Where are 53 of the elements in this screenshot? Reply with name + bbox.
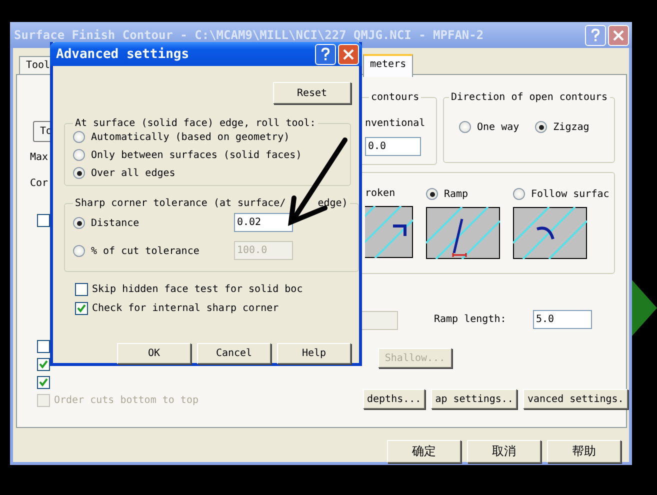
help-button[interactable] xyxy=(315,44,336,64)
dialog-button[interactable]: Help xyxy=(277,343,351,364)
radio-label: Follow surfac xyxy=(531,188,610,200)
input-field[interactable]: 0.0 xyxy=(365,137,421,156)
reset-button[interactable]: Reset xyxy=(273,82,351,104)
group-label: edge) xyxy=(318,198,348,209)
dialog-button[interactable]: Cancel xyxy=(197,343,271,364)
checkbox[interactable] xyxy=(37,214,50,227)
checkbox[interactable] xyxy=(75,302,88,315)
close-button[interactable] xyxy=(338,44,359,64)
settings-button[interactable]: ap settings.. xyxy=(431,389,518,409)
field-label: Ramp length: xyxy=(434,314,506,325)
radio-button[interactable] xyxy=(73,149,85,161)
tab[interactable]: meters xyxy=(363,54,414,77)
dialog-title: Advanced settings xyxy=(56,46,190,62)
input-field[interactable]: 5.0 xyxy=(533,310,592,329)
input-field[interactable]: 0.02 xyxy=(234,213,293,232)
checkbox-label: Order cuts bottom to top xyxy=(54,395,198,406)
dialog-button[interactable]: OK xyxy=(117,343,191,364)
close-button[interactable] xyxy=(608,24,629,46)
window-title: Surface Finish Contour - C:\MCAM9\MILL\NCI\227 QMJG.NCI - MPFAN-2 xyxy=(14,28,484,42)
field-label: Max xyxy=(30,152,48,163)
checkbox[interactable] xyxy=(37,340,50,353)
settings-button[interactable]: depths... xyxy=(363,389,426,409)
radio-label: % of cut tolerance xyxy=(91,246,200,256)
radio-button[interactable] xyxy=(73,167,85,179)
radio-label: roken xyxy=(365,188,396,199)
dialog-button[interactable]: 帮助 xyxy=(547,440,621,463)
group-label: Sharp corner tolerance (at surface/ xyxy=(75,198,286,209)
radio-label: Zigzag xyxy=(553,122,590,132)
dialog-button[interactable]: 确定 xyxy=(387,440,461,463)
group-label: At surface (solid face) edge, roll tool: xyxy=(74,118,317,129)
radio-button[interactable] xyxy=(73,131,85,143)
checkbox[interactable] xyxy=(75,283,88,296)
radio-label: Over all edges xyxy=(91,168,176,178)
checkbox[interactable] xyxy=(37,376,50,389)
radio-label: Automatically (based on geometry) xyxy=(91,132,290,142)
radio-label: One way xyxy=(477,122,520,132)
group-label: contours xyxy=(369,92,422,103)
group-label: Direction of open contours xyxy=(449,92,610,103)
triangle-icon xyxy=(632,280,657,336)
entry-diagram xyxy=(365,206,413,258)
checkbox[interactable] xyxy=(37,358,50,371)
checkbox-label: Check for internal sharp corner xyxy=(92,303,279,314)
radio-label: Ramp xyxy=(444,188,468,200)
radio-label: nventional xyxy=(365,118,426,129)
checkbox-label: Skip hidden face test for solid boc xyxy=(92,284,303,295)
settings-button[interactable]: vanced settings. xyxy=(523,389,628,409)
dialog-button[interactable]: 取消 xyxy=(467,440,541,463)
radio-button[interactable] xyxy=(73,217,85,229)
radio-label: Only between surfaces (solid faces) xyxy=(91,150,302,160)
field-label: Cor xyxy=(30,178,48,189)
radio-label: Distance xyxy=(91,218,140,228)
